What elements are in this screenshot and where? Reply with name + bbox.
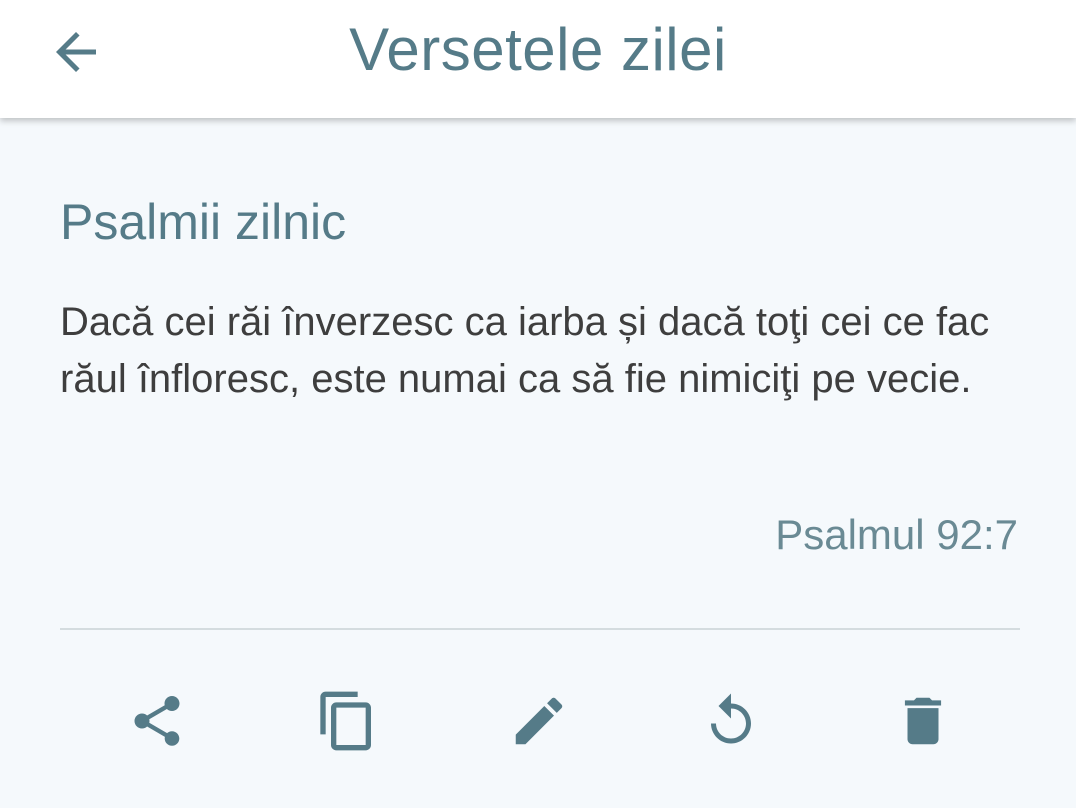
copy-button[interactable] [312, 686, 382, 756]
section-title: Psalmii zilnic [60, 194, 347, 250]
action-bar [0, 678, 1076, 768]
app-bar: Versetele zilei [0, 0, 1076, 118]
verse-card: Psalmii zilnic Dacă cei răi înverzesc ca… [0, 118, 1076, 808]
divider [60, 628, 1020, 630]
refresh-button[interactable] [696, 686, 766, 756]
verse-text: Dacă cei răi înverzesc ca iarba și dacă … [60, 300, 990, 401]
delete-button[interactable] [888, 686, 958, 756]
page-title: Versetele zilei [349, 16, 727, 83]
share-button[interactable] [122, 686, 192, 756]
delete-icon [904, 697, 942, 745]
edit-icon [515, 697, 563, 745]
share-icon [134, 696, 180, 746]
refresh-icon [711, 693, 751, 744]
edit-button[interactable] [504, 686, 574, 756]
copy-icon [320, 691, 371, 751]
verse-reference: Psalmul 92:7 [775, 511, 1018, 558]
